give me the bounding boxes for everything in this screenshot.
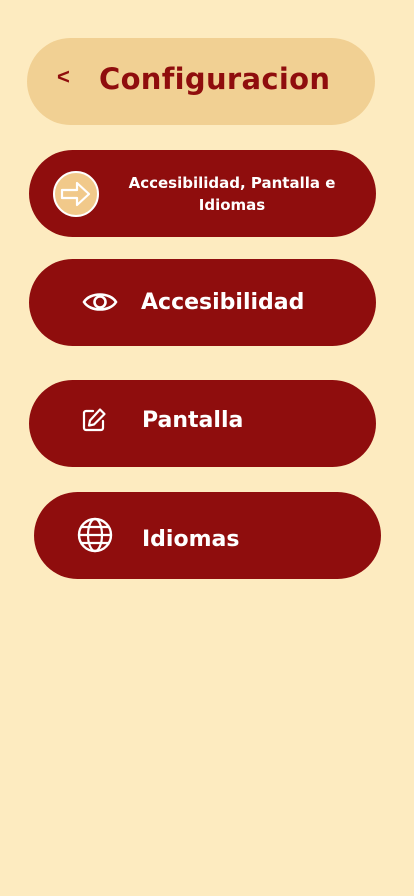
eye-icon bbox=[82, 293, 118, 311]
menu-item-label: Idiomas bbox=[142, 527, 240, 552]
back-button[interactable]: < bbox=[57, 64, 70, 90]
globe-icon bbox=[77, 517, 113, 553]
menu-item-languages[interactable]: Idiomas bbox=[34, 492, 381, 579]
menu-item-label: Pantalla bbox=[142, 408, 244, 433]
menu-item-accessibility-screen-languages[interactable]: Accesibilidad, Pantalla e Idiomas bbox=[29, 150, 376, 237]
edit-icon bbox=[82, 408, 106, 432]
arrow-right-circle-icon bbox=[53, 171, 99, 217]
menu-item-label: Accesibilidad, Pantalla e Idiomas bbox=[128, 174, 336, 214]
menu-item-label: Accesibilidad bbox=[141, 290, 305, 315]
page-title: Configuracion bbox=[99, 62, 331, 96]
header: < Configuracion bbox=[27, 38, 375, 125]
menu-item-accessibility[interactable]: Accesibilidad bbox=[29, 259, 376, 346]
menu-item-screen[interactable]: Pantalla bbox=[29, 380, 376, 467]
